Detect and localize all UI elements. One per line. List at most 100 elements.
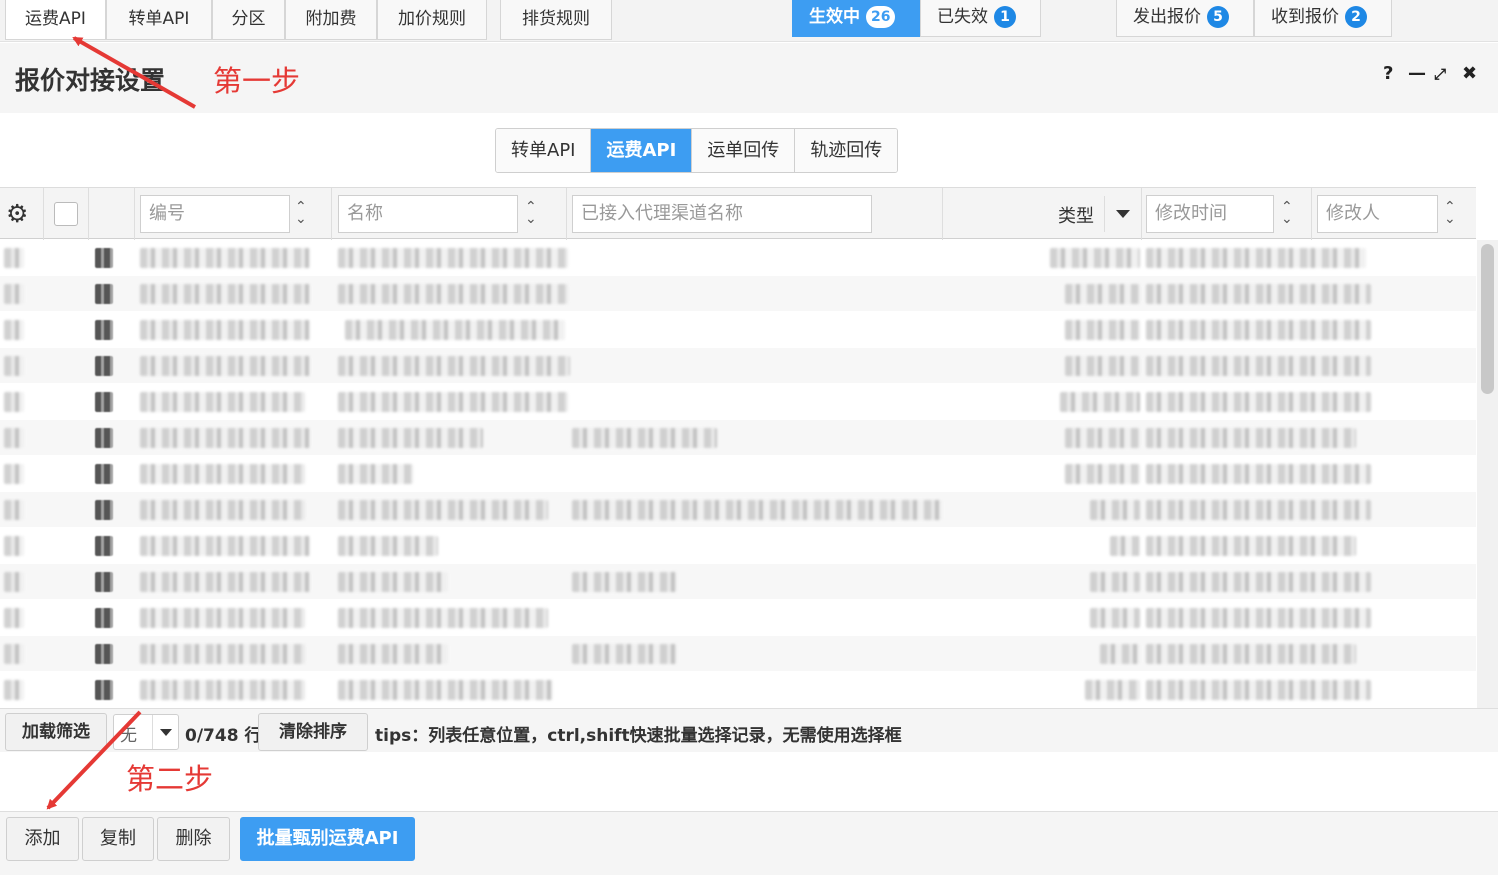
table-row[interactable] [0,564,1476,599]
step-two-annotation: 第二步 [126,764,214,796]
obscured-cell [4,644,24,664]
tab-expired-status[interactable]: 已失效 1 [920,0,1041,37]
table-row[interactable] [0,672,1476,707]
table-row[interactable] [0,348,1476,383]
copy-button[interactable]: 复制 [82,817,154,861]
row-status-icon [95,320,113,340]
clear-sort-button[interactable]: 清除排序 [258,713,368,751]
step-one-annotation: 第一步 [213,66,301,98]
row-status-icon [95,536,113,556]
obscured-cell [4,320,24,340]
modifier-filter-input[interactable]: 修改人 [1317,195,1438,233]
page-header: 报价对接设置 第一步 ? — ⤢ ✖ [0,43,1498,113]
vertical-scrollbar[interactable] [1477,240,1498,708]
obscured-cell [338,536,438,556]
name-filter-input[interactable]: 名称 [338,195,518,233]
row-status-icon [95,356,113,376]
batch-identify-button[interactable]: 批量甄别运费API [240,817,415,861]
obscured-cell [338,608,548,628]
name-sort-icon[interactable]: ⌃ ⌄ [525,200,537,226]
row-status-icon [95,284,113,304]
type-column-label: 类型 [1058,206,1094,227]
obscured-cell [140,608,305,628]
obscured-cell [1146,320,1371,340]
table-row[interactable] [0,528,1476,563]
obscured-cell [140,428,310,448]
obscured-cell [572,428,717,448]
tab-sent-quotes[interactable]: 发出报价 5 [1116,0,1254,37]
table-row[interactable] [0,276,1476,311]
subtab-waybill-return[interactable]: 运单回传 [692,129,796,172]
expired-status-label: 已失效 [937,7,988,27]
channel-filter-input[interactable]: 已接入代理渠道名称 [572,195,872,233]
row-count: 0/748 行 [185,726,262,746]
obscured-cell [4,680,24,700]
row-status-icon [95,680,113,700]
help-icon[interactable]: ? [1383,63,1393,84]
code-sort-icon[interactable]: ⌃ ⌄ [295,200,307,226]
tab-markup-rules[interactable]: 加价规则 [377,0,487,40]
table-row[interactable] [0,600,1476,635]
obscured-cell [345,320,565,340]
table-row[interactable] [0,312,1476,347]
tab-surcharges[interactable]: 附加费 [285,0,377,40]
obscured-cell [4,356,24,376]
add-button[interactable]: 添加 [6,817,79,861]
tab-shipment-rules[interactable]: 排货规则 [500,0,612,40]
obscured-cell [1090,608,1140,628]
minimize-icon[interactable]: — [1408,63,1426,84]
table-row[interactable] [0,384,1476,419]
grid-body[interactable] [0,240,1476,708]
obscured-cell [572,644,677,664]
chevron-down-icon[interactable] [1104,196,1140,232]
tab-received-quotes[interactable]: 收到报价 2 [1254,0,1392,37]
table-row[interactable] [0,456,1476,491]
obscured-cell [140,464,305,484]
subtab-tracking-return[interactable]: 轨迹回传 [795,129,898,172]
table-row[interactable] [0,240,1476,275]
code-filter-input[interactable]: 编号 [140,195,290,233]
table-row[interactable] [0,492,1476,527]
select-all-checkbox[interactable] [54,202,78,226]
obscured-cell [1060,392,1140,412]
filter-select[interactable]: 无 [113,714,179,750]
subtab-freight-api[interactable]: 运费API [591,129,693,172]
grid-footer: 加载筛选 无 0/748 行 清除排序 tips：列表任意位置，ctrl,shi… [0,708,1498,752]
obscured-cell [338,500,548,520]
delete-button[interactable]: 删除 [157,817,230,861]
chevron-down-icon[interactable] [152,715,179,749]
table-row[interactable] [0,636,1476,671]
obscured-cell [1100,644,1140,664]
restore-icon[interactable]: ⤢ [1434,65,1446,83]
obscured-cell [1065,320,1140,340]
table-row[interactable] [0,420,1476,455]
modifier-sort-icon[interactable]: ⌃ ⌄ [1444,200,1456,226]
obscured-cell [338,680,553,700]
action-bar: 添加 复制 删除 批量甄别运费API [0,811,1498,875]
obscured-cell [338,356,570,376]
subtab-transfer-api[interactable]: 转单API [496,129,592,172]
tab-zones[interactable]: 分区 [212,0,285,40]
scrollbar-thumb[interactable] [1481,244,1494,394]
obscured-cell [1065,356,1140,376]
obscured-cell [1065,284,1140,304]
tab-freight-api[interactable]: 运费API [5,0,106,40]
obscured-cell [338,428,483,448]
active-count-badge: 26 [866,6,896,28]
tab-active-status[interactable]: 生效中 26 [792,0,920,37]
load-filter-button[interactable]: 加载筛选 [5,713,107,751]
column-divider [1141,188,1142,240]
obscured-cell [572,572,677,592]
obscured-cell [338,572,448,592]
app-window: 运费API 转单API 分区 附加费 加价规则 排货规则 生效中 26 已失效 1 … [0,0,1498,875]
obscured-cell [140,500,305,520]
expired-count-badge: 1 [994,6,1016,28]
modified-time-filter-input[interactable]: 修改时间 [1146,195,1274,233]
obscured-cell [4,464,24,484]
tab-transfer-api[interactable]: 转单API [106,0,212,40]
modified-time-sort-icon[interactable]: ⌃ ⌄ [1281,200,1293,226]
gear-icon[interactable]: ⚙ [6,199,28,228]
obscured-cell [338,248,568,268]
close-icon[interactable]: ✖ [1462,63,1477,84]
obscured-cell [1110,536,1140,556]
